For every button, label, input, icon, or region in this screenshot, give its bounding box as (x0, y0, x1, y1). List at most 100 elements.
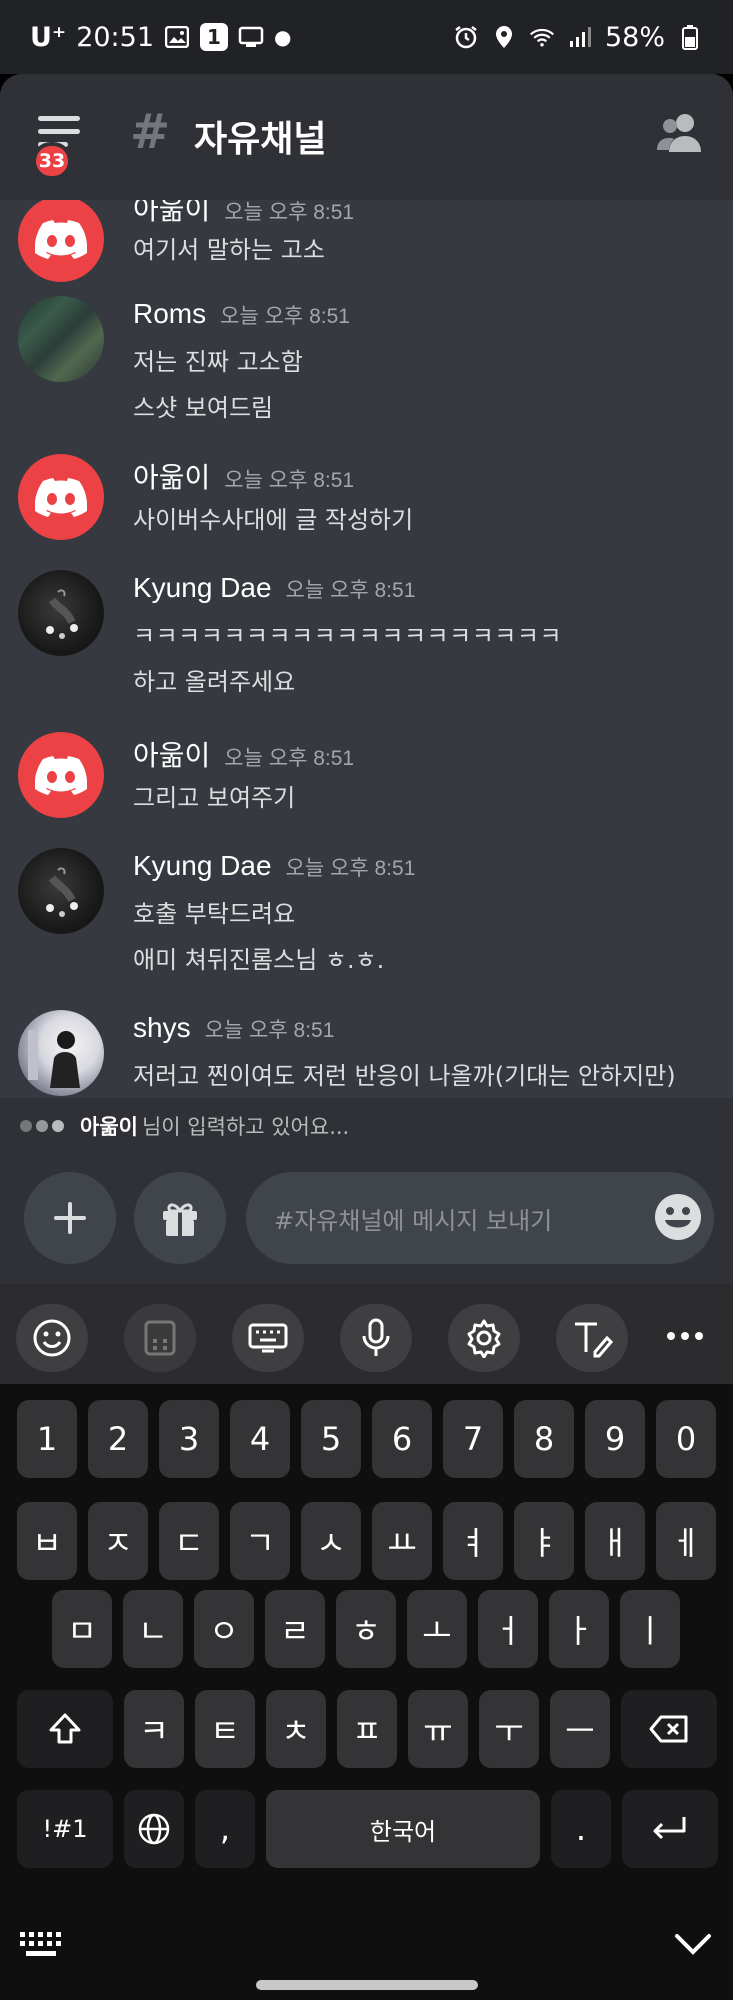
channel-title[interactable]: 자유채널 (194, 110, 326, 162)
members-icon (657, 114, 701, 152)
discord-app: 33 # 자유채널 아욺이 오늘 오후 8:51 여기서 말하는 고소 Roms… (0, 74, 733, 1284)
key-2[interactable]: 2 (88, 1400, 148, 1478)
add-attachment-button[interactable] (24, 1172, 116, 1264)
keyboard-mode-button[interactable] (232, 1304, 304, 1372)
username[interactable]: shys (133, 1012, 191, 1044)
avatar-image (46, 867, 78, 917)
keyboard-clipboard-button[interactable] (124, 1304, 196, 1372)
keyboard-switch-button[interactable] (18, 1930, 64, 1964)
key-1[interactable]: 1 (17, 1400, 77, 1478)
key-jieut[interactable]: ㅈ (88, 1502, 148, 1580)
key-yeo[interactable]: ㅕ (443, 1502, 503, 1580)
key-eu[interactable]: ㅡ (550, 1690, 610, 1768)
key-8[interactable]: 8 (514, 1400, 574, 1478)
key-0[interactable]: 0 (656, 1400, 716, 1478)
key-pieup[interactable]: ㅍ (337, 1690, 397, 1768)
typing-indicator: 아욺이 님이 입력하고 있어요... (0, 1098, 733, 1154)
key-4[interactable]: 4 (230, 1400, 290, 1478)
korean-keyboard: 1 2 3 4 5 6 7 8 9 0 ㅂ ㅈ ㄷ ㄱ ㅅ ㅛ ㅕ ㅑ ㅐ ㅔ … (0, 1384, 733, 2000)
key-mieum[interactable]: ㅁ (52, 1590, 112, 1668)
emoji-picker-button[interactable] (653, 1192, 703, 1242)
unread-badge: 33 (32, 142, 72, 180)
key-e[interactable]: ㅔ (656, 1502, 716, 1580)
avatar[interactable] (18, 454, 104, 540)
hide-keyboard-button[interactable] (673, 1932, 713, 1962)
key-5[interactable]: 5 (301, 1400, 361, 1478)
notification-count-badge: 1 (200, 23, 228, 51)
key-yu[interactable]: ㅠ (408, 1690, 468, 1768)
key-eo[interactable]: ㅓ (478, 1590, 538, 1668)
key-9[interactable]: 9 (585, 1400, 645, 1478)
key-o[interactable]: ㅗ (407, 1590, 467, 1668)
username[interactable]: Kyung Dae (133, 850, 272, 882)
handwriting-button[interactable] (556, 1304, 628, 1372)
settings-icon (467, 1319, 501, 1358)
message-text: 저는 진짜 고소함 (133, 348, 303, 376)
timestamp: 오늘 오후 8:51 (224, 201, 355, 224)
comma-key[interactable]: , (195, 1790, 255, 1868)
chevron-down-icon (675, 1934, 711, 1955)
symbols-key[interactable]: !#1 (17, 1790, 113, 1868)
voice-input-button[interactable] (340, 1304, 412, 1372)
key-kieuk[interactable]: ㅋ (124, 1690, 184, 1768)
signal-icon (567, 24, 593, 50)
typing-dots-icon (20, 1120, 64, 1132)
key-tieut[interactable]: ㅌ (195, 1690, 255, 1768)
key-ya[interactable]: ㅑ (514, 1502, 574, 1580)
language-key[interactable] (124, 1790, 184, 1868)
keyboard-settings-button[interactable] (448, 1304, 520, 1372)
avatar[interactable] (18, 296, 104, 382)
battery-icon (677, 24, 703, 50)
username[interactable]: 아욺이 (133, 734, 210, 774)
home-indicator[interactable] (256, 1980, 478, 1990)
key-a[interactable]: ㅏ (549, 1590, 609, 1668)
message-input[interactable]: #자유채널에 메시지 보내기 (246, 1172, 714, 1264)
key-siot[interactable]: ㅅ (301, 1502, 361, 1580)
avatar[interactable] (18, 200, 104, 282)
backspace-key[interactable] (621, 1690, 717, 1768)
keyboard-emoji-button[interactable] (16, 1304, 88, 1372)
username[interactable]: Roms (133, 298, 206, 330)
members-button[interactable] (655, 110, 705, 156)
username[interactable]: Kyung Dae (133, 572, 272, 604)
avatar[interactable] (18, 732, 104, 818)
key-digeut[interactable]: ㄷ (159, 1502, 219, 1580)
key-hieut[interactable]: ㅎ (336, 1590, 396, 1668)
key-3[interactable]: 3 (159, 1400, 219, 1478)
handwriting-icon (575, 1322, 613, 1358)
key-ieung[interactable]: ㅇ (194, 1590, 254, 1668)
timestamp: 오늘 오후 8:51 (224, 747, 355, 770)
emoji-icon (33, 1319, 71, 1357)
key-6[interactable]: 6 (372, 1400, 432, 1478)
gift-button[interactable] (134, 1172, 226, 1264)
hamburger-icon (38, 116, 80, 121)
key-giyeok[interactable]: ㄱ (230, 1502, 290, 1580)
key-u[interactable]: ㅜ (479, 1690, 539, 1768)
smiley-icon (655, 1194, 701, 1240)
shift-key[interactable] (17, 1690, 113, 1768)
key-ae[interactable]: ㅐ (585, 1502, 645, 1580)
enter-key[interactable] (622, 1790, 718, 1868)
avatar[interactable] (18, 1010, 104, 1096)
message-list[interactable]: 아욺이 오늘 오후 8:51 여기서 말하는 고소 Roms 오늘 오후 8:5… (0, 200, 733, 1098)
toolbar-more-button[interactable] (663, 1314, 707, 1358)
key-i[interactable]: ㅣ (620, 1590, 680, 1668)
key-yo[interactable]: ㅛ (372, 1502, 432, 1580)
username[interactable]: 아욺이 (133, 456, 210, 496)
message-text: ㅋㅋㅋㅋㅋㅋㅋㅋㅋㅋㅋㅋㅋㅋㅋㅋㅋㅋㅋ (133, 622, 563, 650)
channel-header: 33 # 자유채널 (0, 74, 733, 200)
message-text: 그리고 보여주기 (133, 784, 296, 812)
clock: 20:51 (76, 21, 154, 53)
avatar[interactable] (18, 848, 104, 934)
key-bieup[interactable]: ㅂ (17, 1502, 77, 1580)
username[interactable]: 아욺이 (133, 200, 210, 228)
more-icon (667, 1332, 703, 1340)
key-rieul[interactable]: ㄹ (265, 1590, 325, 1668)
period-key[interactable]: . (551, 1790, 611, 1868)
key-7[interactable]: 7 (443, 1400, 503, 1478)
avatar[interactable] (18, 570, 104, 656)
key-nieun[interactable]: ㄴ (123, 1590, 183, 1668)
key-chieut[interactable]: ㅊ (266, 1690, 326, 1768)
shift-icon (49, 1713, 81, 1744)
space-key[interactable]: 한국어 (266, 1790, 540, 1868)
